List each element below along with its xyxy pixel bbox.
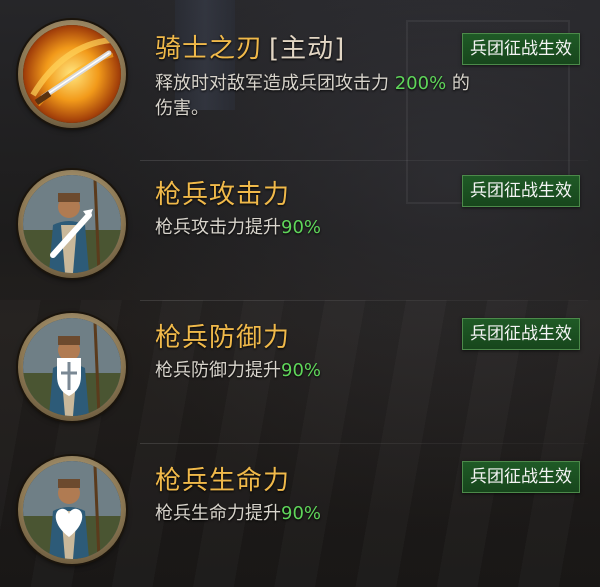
skill-row-knight-blade[interactable]: 骑士之刃 [主动] 兵团征战生效 释放时对敌军造成兵团攻击力 200% 的 伤害。 [0, 0, 600, 140]
spearman-health-icon [23, 461, 121, 559]
spearman-attack-icon [23, 175, 121, 273]
effect-badge: 兵团征战生效 [462, 461, 580, 493]
skill-description: 枪兵生命力提升90% [155, 503, 322, 524]
skill-icon-frame [18, 170, 126, 278]
skill-icon-frame [18, 20, 126, 128]
skill-description: 枪兵攻击力提升90% [155, 217, 322, 238]
skill-value: 200% [394, 73, 447, 94]
effect-badge: 兵团征战生效 [462, 175, 580, 207]
skill-title: 枪兵生命力 [155, 466, 291, 496]
skill-title: 枪兵攻击力 [155, 180, 291, 210]
spearman-defense-icon [23, 318, 121, 416]
skill-title: 枪兵防御力 [155, 323, 291, 353]
skill-icon-frame [18, 456, 126, 564]
skill-description: 释放时对敌军造成兵团攻击力 200% 的 伤害。 [155, 73, 470, 119]
effect-badge: 兵团征战生效 [462, 318, 580, 350]
skill-description: 枪兵防御力提升90% [155, 360, 322, 381]
skill-type-tag: [主动] [269, 34, 346, 64]
skill-icon-frame [18, 313, 126, 421]
skill-value: 90% [281, 360, 322, 381]
skill-title: 骑士之刃 [主动] [155, 34, 346, 64]
skill-value: 90% [281, 503, 322, 524]
skill-row-spearman-attack[interactable]: 枪兵攻击力 兵团征战生效 枪兵攻击力提升90% [0, 150, 600, 290]
skill-row-spearman-defense[interactable]: 枪兵防御力 兵团征战生效 枪兵防御力提升90% [0, 293, 600, 433]
effect-badge: 兵团征战生效 [462, 33, 580, 65]
golden-blade-icon [23, 25, 121, 123]
skill-value: 90% [281, 217, 322, 238]
skill-row-spearman-health[interactable]: 枪兵生命力 兵团征战生效 枪兵生命力提升90% [0, 436, 600, 576]
